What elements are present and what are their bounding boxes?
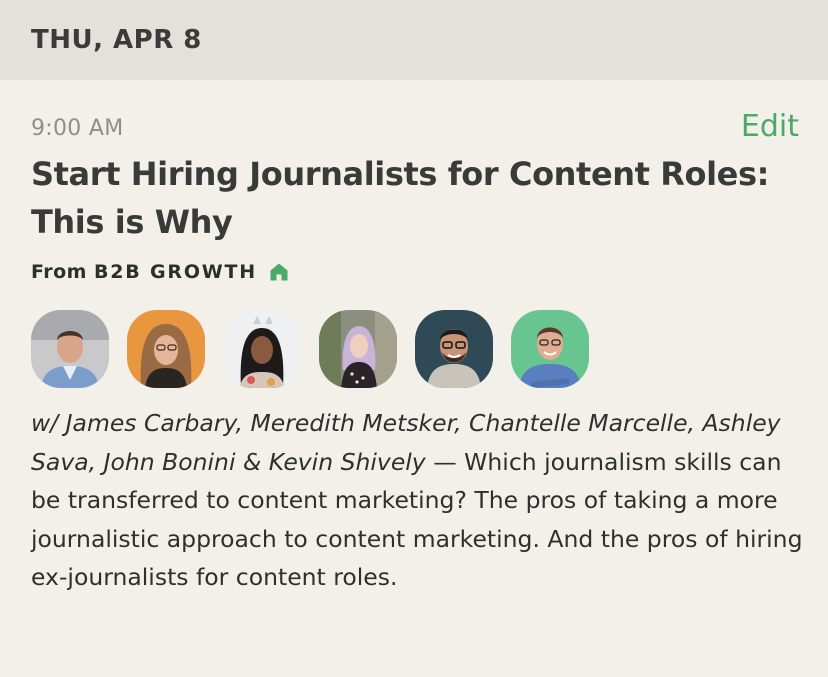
date-label: THU, APR 8 (31, 25, 202, 55)
event-title: Start Hiring Journalists for Content Rol… (31, 155, 770, 241)
from-prefix: From (31, 261, 87, 283)
home-icon (269, 262, 289, 282)
date-header: THU, APR 8 (0, 0, 828, 80)
avatar-kevin-shively[interactable] (511, 310, 589, 388)
club-line: From B2B GROWTH (31, 258, 289, 286)
event-time-row: 9:00 AM Edit (31, 109, 801, 148)
club-name-link[interactable]: B2B GROWTH (94, 261, 257, 283)
avatar-ashley-sava[interactable] (319, 310, 397, 388)
event-description: w/ James Carbary, Meredith Metsker, Chan… (31, 404, 806, 597)
avatar-meredith-metsker[interactable] (127, 310, 205, 388)
avatar-john-bonini[interactable] (415, 310, 493, 388)
avatar-chantelle-marcelle[interactable] (223, 310, 301, 388)
avatar-james-carbary[interactable] (31, 310, 109, 388)
speaker-avatars (31, 310, 607, 390)
event-time: 9:00 AM (31, 116, 124, 141)
edit-button[interactable]: Edit (741, 109, 799, 144)
